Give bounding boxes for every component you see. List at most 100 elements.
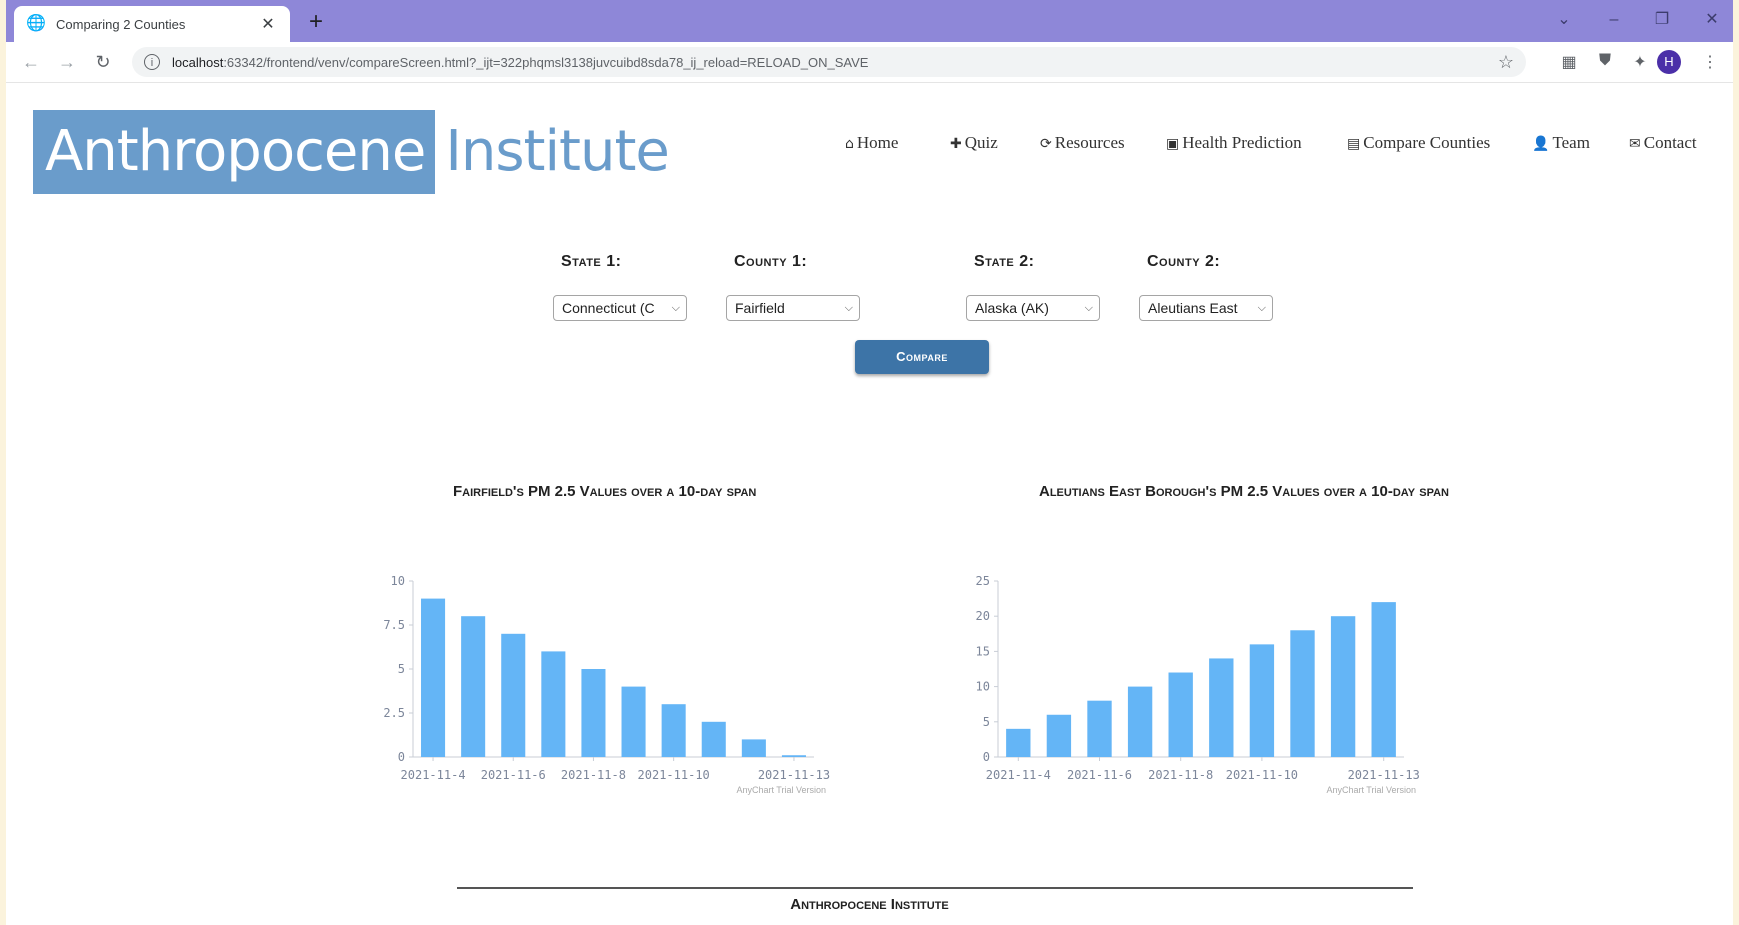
bar[interactable] [1209,658,1234,757]
y-tick-label: 5 [983,715,990,729]
bar[interactable] [1371,602,1396,757]
y-tick-label: 10 [391,574,405,588]
x-tick-label: 2021-11-6 [481,768,546,782]
browser-toolbar: ← → ↻ i localhost:63342/frontend/venv/co… [6,42,1733,83]
restore-icon[interactable]: ❐ [1648,8,1676,32]
x-tick-label: 2021-11-6 [1067,768,1132,782]
profile-avatar[interactable]: H [1657,50,1681,74]
county2-select[interactable]: Aleutians East ⌵ [1139,295,1273,321]
browser-tab[interactable]: 🌐 Comparing 2 Counties ✕ [14,6,290,42]
back-icon[interactable]: ← [20,52,42,73]
chart-credit[interactable]: AnyChart Trial Version [736,785,826,795]
nav-quiz[interactable]: ✚ Quiz [950,133,998,153]
page-content: Anthropocene Institute ⌂ Home ✚ Quiz ⟳ Reso… [6,83,1733,925]
bar[interactable] [581,669,606,757]
county2-label: County 2: [1147,253,1221,270]
state1-select[interactable]: Connecticut (C ⌵ [553,295,687,321]
x-tick-label: 2021-11-8 [1148,768,1213,782]
y-tick-label: 7.5 [383,618,405,632]
bar[interactable] [1046,714,1072,757]
chart-credit[interactable]: AnyChart Trial Version [1326,785,1416,795]
y-tick-label: 25 [976,574,990,588]
site-info-icon[interactable]: i [144,54,160,70]
y-tick-label: 20 [976,609,990,623]
nav-contact[interactable]: ✉ Contact [1629,133,1697,153]
shield-icon[interactable]: ⛊ [1594,52,1616,70]
state1-label: State 1: [561,253,622,270]
address-bar[interactable]: i localhost:63342/frontend/venv/compareS… [132,47,1526,77]
state2-select[interactable]: Alaska (AK) ⌵ [966,295,1100,321]
minimize-icon[interactable]: – [1600,8,1628,32]
browser-window: 🌐 Comparing 2 Counties ✕ + ⌄ – ❐ ✕ ← → ↻… [6,0,1733,925]
reload-icon[interactable]: ↻ [92,52,114,73]
x-tick-label: 2021-11-4 [401,768,466,782]
chart1-title: Fairfield's PM 2.5 Values over a 10-day … [453,483,757,500]
chart2-title: Aleutians East Borough's PM 2.5 Values o… [1039,483,1449,500]
bar[interactable] [701,721,726,757]
bar[interactable] [661,704,686,757]
refresh-icon: ⟳ [1040,136,1052,152]
browser-titlebar: 🌐 Comparing 2 Counties ✕ + ⌄ – ❐ ✕ [6,0,1733,42]
menu-dots-icon[interactable]: ⋮ [1699,52,1721,72]
bar[interactable] [461,616,486,757]
nav-team[interactable]: 👤 Team [1532,133,1590,153]
nav-health-prediction[interactable]: ▣ Health Prediction [1166,133,1302,153]
tab-search-icon[interactable]: ⌄ [1550,8,1578,32]
nav-compare-counties[interactable]: ▤ Compare Counties [1347,133,1490,153]
bar[interactable] [1290,630,1315,757]
county1-select[interactable]: Fairfield ⌵ [726,295,860,321]
y-tick-label: 15 [976,644,990,658]
document-icon: ▤ [1347,136,1361,152]
chevron-down-icon: ⌵ [844,302,853,314]
chevron-down-icon: ⌵ [671,302,680,314]
bookmark-star-icon[interactable]: ☆ [1498,52,1514,73]
chevron-down-icon: ⌵ [1084,302,1093,314]
nav-resources[interactable]: ⟳ Resources [1040,133,1125,153]
puzzle-icon[interactable]: ✦ [1629,52,1651,72]
bar[interactable] [1249,644,1275,757]
bar[interactable] [781,755,806,757]
bar[interactable] [421,598,446,757]
bar[interactable] [1168,672,1193,757]
y-tick-label: 10 [976,680,990,694]
bar[interactable] [621,686,646,757]
y-tick-label: 0 [398,750,405,764]
footer-divider [457,887,1413,889]
plus-icon: ✚ [950,136,962,152]
x-tick-label: 2021-11-4 [986,768,1051,782]
y-tick-label: 5 [398,662,405,676]
state2-label: State 2: [974,253,1035,270]
bar[interactable] [1330,616,1356,757]
new-tab-icon[interactable]: + [302,8,330,36]
url-text: localhost:63342/frontend/venv/compareScr… [172,54,869,70]
bar[interactable] [501,633,526,757]
county1-label: County 1: [734,253,808,270]
x-tick-label: 2021-11-13 [1348,768,1420,782]
extension-icon[interactable]: ▦ [1558,52,1580,72]
logo-part2: Institute [445,119,670,184]
x-tick-label: 2021-11-8 [561,768,626,782]
bar[interactable] [1127,686,1153,757]
window-close-icon[interactable]: ✕ [1698,8,1726,32]
nav-home[interactable]: ⌂ Home [845,133,898,153]
forward-icon[interactable]: → [56,52,78,73]
fairfield-pm25-chart: 0 2.5 5 7.5 10 2021-11-4 2021-11-6 2021-11-8 202… [383,574,830,795]
site-logo[interactable]: Anthropocene Institute [33,110,670,194]
x-tick-label: 2021-11-10 [1226,768,1298,782]
x-tick-label: 2021-11-13 [758,768,830,782]
user-icon: 👤 [1532,136,1550,152]
compare-button[interactable]: Compare [855,340,989,374]
chevron-down-icon: ⌵ [1257,302,1266,314]
footer-text: Anthropocene Institute [790,896,949,913]
tab-title: Comparing 2 Counties [56,16,186,32]
bar[interactable] [541,651,566,757]
envelope-icon: ✉ [1629,136,1641,152]
bookmark-icon: ▣ [1166,136,1180,152]
bar[interactable] [741,739,766,757]
bar[interactable] [1006,728,1031,757]
bar[interactable] [1087,700,1112,757]
close-tab-icon[interactable]: ✕ [258,14,278,34]
y-tick-label: 0 [983,750,990,764]
home-icon: ⌂ [845,136,854,152]
globe-icon: 🌐 [26,15,46,32]
